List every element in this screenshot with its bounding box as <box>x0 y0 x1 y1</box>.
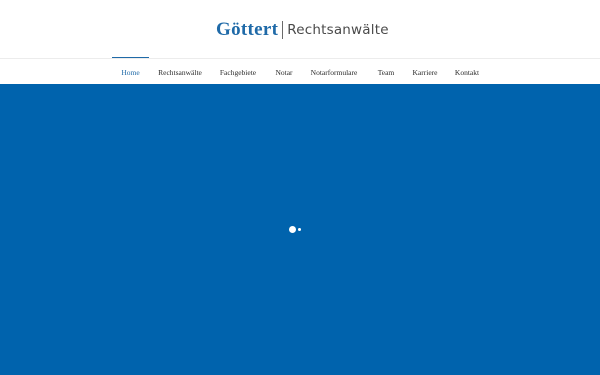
logo-divider <box>282 21 284 39</box>
nav-item-rechtsanwaelte[interactable]: Rechtsanwälte <box>153 59 207 85</box>
logo-wordmark-strong: Göttert <box>216 19 279 40</box>
nav-item-karriere[interactable]: Karriere <box>407 59 443 85</box>
nav-item-fachgebiete[interactable]: Fachgebiete <box>215 59 261 85</box>
logo-wordmark-light: Rechtsanwälte <box>287 22 389 38</box>
site-logo[interactable]: Göttert Rechtsanwälte <box>216 19 389 41</box>
nav-item-home[interactable]: Home <box>112 59 149 85</box>
nav-item-notarformulare[interactable]: Notarformulare <box>305 59 363 85</box>
main-navigation: Home Rechtsanwälte Fachgebiete Notar Not… <box>0 58 600 84</box>
nav-item-team[interactable]: Team <box>372 59 400 85</box>
site-header: Göttert Rechtsanwälte <box>0 0 600 58</box>
nav-item-kontakt[interactable]: Kontakt <box>450 59 484 85</box>
hero-slider <box>0 84 600 375</box>
slider-dot[interactable] <box>298 228 301 231</box>
slider-dot-active[interactable] <box>289 226 296 233</box>
nav-item-notar[interactable]: Notar <box>271 59 297 85</box>
